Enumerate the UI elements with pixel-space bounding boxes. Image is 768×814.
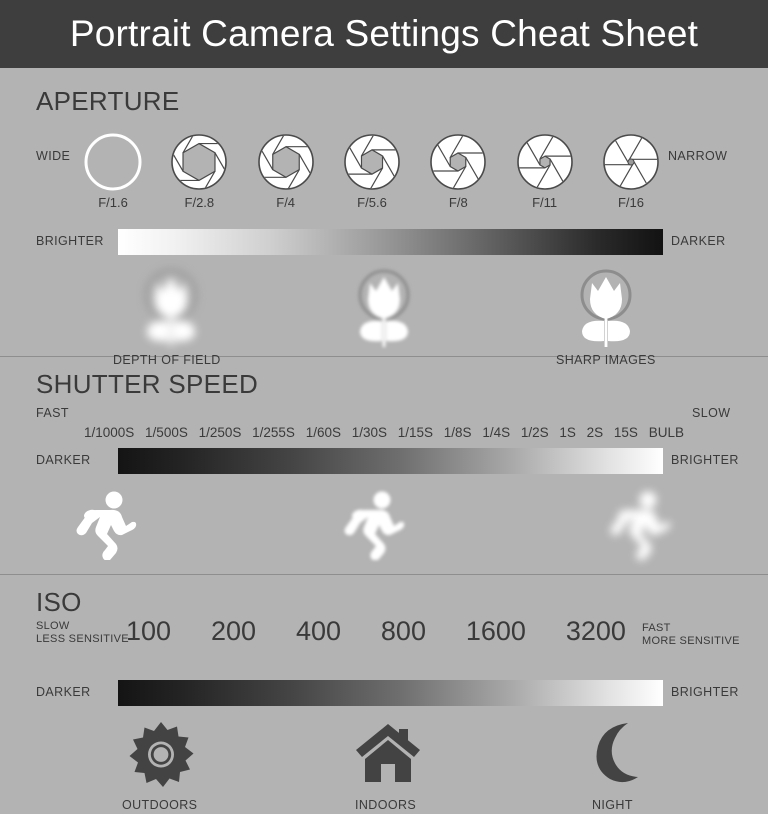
flower-icon (348, 269, 420, 354)
shutter-value: 1/4S (482, 425, 511, 440)
iso-bar-left-label: DARKER (36, 685, 91, 699)
aperture-fstop-label: F/8 (448, 195, 468, 210)
aperture-brightness-gradient (118, 229, 663, 255)
aperture-icon (168, 131, 230, 193)
aperture-fstop-labels: F/1.6 F/2.8 F/4 F/5.6 F/8 F/11 F/16 (82, 195, 662, 210)
aperture-fstop-label: F/1.6 (98, 195, 128, 210)
shutter-fast-label: FAST (36, 406, 69, 420)
iso-value: 400 (295, 616, 341, 646)
cheat-sheet-page: Portrait Camera Settings Cheat Sheet APE… (0, 0, 768, 812)
aperture-brightness-bar-row: BRIGHTER DARKER (0, 229, 768, 255)
shutter-value: 1/30S (351, 425, 387, 440)
shutter-brightness-bar-row: DARKER BRIGHTER (0, 448, 768, 474)
iso-section: ISO SLOW LESS SENSITIVE 100 200 400 800 1600… (0, 587, 768, 812)
aperture-narrow-label: NARROW (668, 149, 728, 163)
shutter-brightness-gradient (118, 448, 663, 474)
iso-slow-label: SLOW (36, 620, 70, 632)
aperture-bar-right-label: DARKER (671, 234, 726, 248)
aperture-icon (341, 131, 403, 193)
runner-icon (608, 490, 674, 565)
shutter-speed-section: SHUTTER SPEED FAST SLOW 1/1000S 1/500S 1/2… (0, 369, 768, 574)
shutter-value-list: 1/1000S 1/500S 1/250S 1/255S 1/60S 1/30S 1/15S… (84, 425, 684, 440)
outdoors-label: OUTDOORS (122, 798, 198, 812)
shutter-value: 1/2S (520, 425, 549, 440)
iso-right-labels: FAST MORE SENSITIVE (642, 622, 740, 647)
aperture-icon (255, 131, 317, 193)
sun-icon (128, 722, 194, 793)
aperture-heading: APERTURE (36, 86, 180, 116)
house-icon (355, 722, 421, 789)
moon-icon (590, 722, 646, 789)
iso-brightness-bar-row: DARKER BRIGHTER (0, 680, 768, 706)
aperture-icon-row: WIDE NARROW F/1.6 F/2.8 F/4 F/5.6 F/8 F/11 F/1… (0, 131, 768, 210)
aperture-fstop-label: F/11 (532, 195, 558, 210)
shutter-value: 1/1000S (84, 425, 135, 440)
iso-scale-row: SLOW LESS SENSITIVE 100 200 400 800 1600 3200… (0, 616, 768, 654)
shutter-heading: SHUTTER SPEED (36, 369, 259, 399)
aperture-fstop-label: F/5.6 (357, 195, 387, 210)
shutter-value: 1/15S (397, 425, 434, 440)
iso-fast-label: FAST (642, 622, 671, 634)
shutter-value: 1S (559, 425, 576, 440)
aperture-icon (514, 131, 576, 193)
page-header: Portrait Camera Settings Cheat Sheet (0, 0, 768, 68)
iso-left-labels: SLOW LESS SENSITIVE (36, 620, 129, 645)
iso-scene-row: OUTDOORS INDOORS NIGHT (0, 722, 768, 814)
sharp-images-label: SHARP IMAGES (556, 353, 656, 367)
aperture-bar-left-label: BRIGHTER (36, 234, 104, 248)
shutter-value: 15S (613, 425, 638, 440)
shutter-end-labels: FAST SLOW (0, 406, 768, 422)
shutter-value: 2S (586, 425, 604, 440)
iso-more-sensitive-label: MORE SENSITIVE (642, 634, 740, 647)
shutter-bar-right-label: BRIGHTER (671, 453, 739, 467)
iso-less-sensitive-label: LESS SENSITIVE (36, 632, 129, 645)
iso-brightness-gradient (118, 680, 663, 706)
aperture-section: APERTURE WIDE NARROW F/1.6 F/2.8 F/4 F/5.6 F… (0, 68, 768, 367)
iso-value: 200 (210, 616, 257, 646)
iso-value: 3200 (565, 616, 626, 646)
shutter-value: 1/8S (443, 425, 472, 440)
shutter-value: 1/250S (198, 425, 242, 440)
aperture-icon (600, 131, 662, 193)
flower-icon (570, 269, 642, 354)
iso-value-list: 100 200 400 800 1600 3200 (126, 616, 626, 647)
flower-icon (135, 269, 207, 354)
aperture-fstop-label: F/4 (276, 195, 296, 210)
iso-value: 1600 (465, 616, 526, 646)
shutter-slow-label: SLOW (692, 406, 731, 420)
iso-value: 800 (380, 616, 426, 646)
iso-value: 100 (126, 616, 172, 646)
runner-icon (74, 490, 140, 565)
aperture-depth-of-field-row: DEPTH OF FIELD SHARP IMAGES (0, 269, 768, 367)
iso-heading: ISO (36, 587, 82, 617)
aperture-fstop-label: F/16 (617, 195, 644, 210)
indoors-label: INDOORS (355, 798, 417, 812)
aperture-icon (82, 131, 144, 193)
shutter-value: 1/500S (145, 425, 188, 440)
shutter-bar-left-label: DARKER (36, 453, 91, 467)
shutter-value: 1/255S (252, 425, 295, 440)
aperture-fstop-label: F/2.8 (184, 195, 215, 210)
iso-bar-right-label: BRIGHTER (671, 685, 739, 699)
night-label: NIGHT (592, 798, 633, 812)
shutter-motion-row (0, 490, 768, 561)
depth-of-field-label: DEPTH OF FIELD (113, 353, 221, 367)
section-divider (0, 574, 768, 575)
runner-icon (342, 490, 408, 565)
aperture-icon (427, 131, 489, 193)
aperture-icons (82, 131, 662, 193)
page-title: Portrait Camera Settings Cheat Sheet (69, 13, 699, 54)
aperture-wide-label: WIDE (36, 149, 71, 163)
shutter-value: 1/60S (305, 425, 341, 440)
shutter-value: BULB (648, 425, 684, 440)
